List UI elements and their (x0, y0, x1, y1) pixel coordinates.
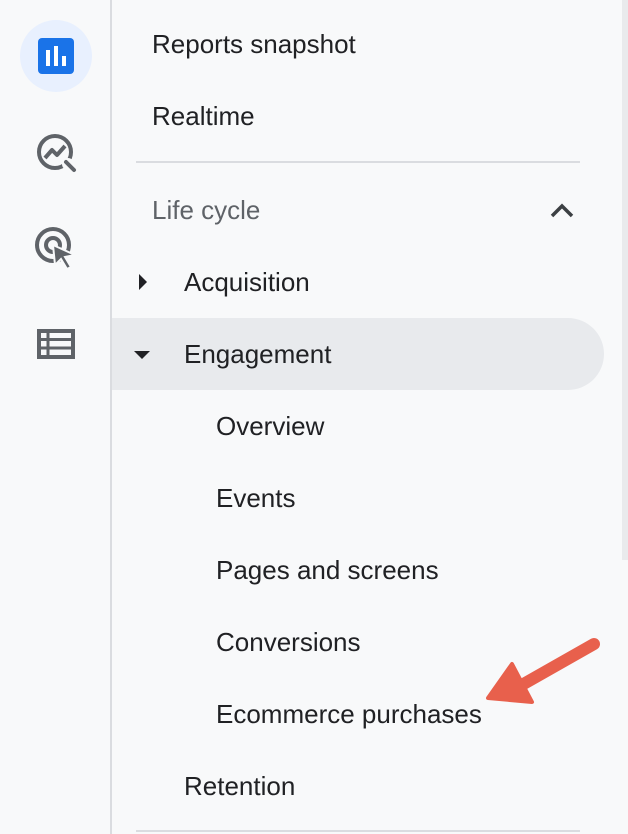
explore-insights-icon (37, 134, 76, 172)
icon-rail (0, 0, 112, 834)
section-title-life-cycle[interactable]: Life cycle (152, 190, 260, 230)
bar-chart-icon (38, 38, 74, 74)
nav-item-acquisition[interactable]: Acquisition (184, 262, 310, 302)
reports-nav: Reports snapshot Realtime Life cycle Acq… (112, 0, 628, 834)
nav-item-reports-snapshot[interactable]: Reports snapshot (152, 24, 356, 64)
nav-subitem-overview[interactable]: Overview (216, 406, 324, 446)
nav-item-retention[interactable]: Retention (184, 766, 295, 806)
nav-subitem-pages-and-screens[interactable]: Pages and screens (216, 550, 439, 590)
nav-item-engagement[interactable]: Engagement (184, 334, 331, 374)
nav-item-realtime[interactable]: Realtime (152, 96, 255, 136)
nav-divider (136, 161, 580, 163)
advertising-cursor-icon (35, 227, 79, 271)
explore-rail-button[interactable] (20, 116, 92, 188)
library-rail-button[interactable] (20, 308, 92, 380)
nav-divider-bottom (136, 830, 580, 832)
caret-right-icon[interactable] (139, 274, 147, 290)
scrollbar-track[interactable] (622, 0, 628, 560)
chevron-up-icon[interactable] (546, 196, 578, 224)
nav-subitem-events[interactable]: Events (216, 478, 296, 518)
reports-rail-button[interactable] (20, 20, 92, 92)
advertising-rail-button[interactable] (20, 212, 92, 284)
caret-down-icon[interactable] (134, 351, 150, 359)
nav-subitem-conversions[interactable]: Conversions (216, 622, 361, 662)
nav-subitem-ecommerce-purchases[interactable]: Ecommerce purchases (216, 694, 482, 734)
list-table-icon (37, 329, 75, 359)
